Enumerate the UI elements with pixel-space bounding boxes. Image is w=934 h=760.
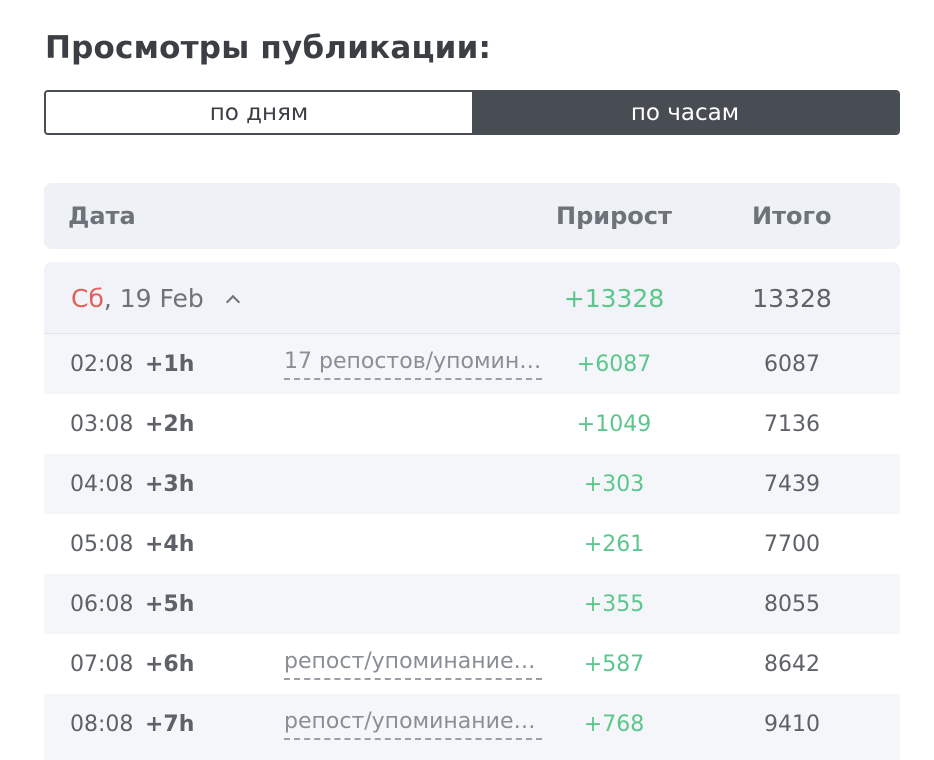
row-gain: +587 (583, 651, 645, 677)
row-time: 08:08 (70, 711, 134, 737)
toggle-by-days[interactable]: по дням (46, 92, 472, 133)
table-row: 03:08 +2h +1049 7136 (44, 394, 900, 454)
row-repost-note[interactable]: репост/упоминание канала (284, 648, 542, 680)
header-gain: Прирост (556, 202, 672, 230)
table-row: 05:08 +4h +261 7700 (44, 514, 900, 574)
row-total: 7700 (764, 531, 820, 557)
row-repost-note[interactable]: 17 репостов/упоминаний (284, 348, 542, 380)
row-total: 8055 (764, 591, 820, 617)
row-time: 06:08 (70, 591, 134, 617)
day-group: Сб , 19 Feb +13328 13328 02:08 +1h 17 ре… (44, 262, 900, 760)
row-offset: +2h (145, 411, 195, 437)
row-gain: +6087 (576, 351, 652, 377)
row-gain: +1049 (576, 411, 652, 437)
row-offset: +3h (145, 471, 195, 497)
row-total: 9410 (764, 711, 820, 737)
toggle-by-hours[interactable]: по часам (472, 92, 898, 133)
table-row: 07:08 +6h репост/упоминание канала +587 … (44, 634, 900, 694)
view-toggle: по дням по часам (44, 90, 900, 135)
table-row: 08:08 +7h репост/упоминание канала +768 … (44, 694, 900, 754)
group-weekday: Сб (71, 283, 104, 313)
row-total: 7439 (764, 471, 820, 497)
day-group-header[interactable]: Сб , 19 Feb +13328 13328 (44, 262, 900, 334)
row-offset: +4h (145, 531, 195, 557)
table-header: Дата Прирост Итого (44, 183, 900, 249)
row-offset: +1h (145, 351, 195, 377)
table-row: 06:08 +5h +355 8055 (44, 574, 900, 634)
group-total: 13328 (752, 283, 832, 313)
row-time: 02:08 (70, 351, 134, 377)
row-offset: +7h (145, 711, 195, 737)
row-gain: +768 (583, 711, 645, 737)
table-row: 04:08 +3h +303 7439 (44, 454, 900, 514)
row-time: 04:08 (70, 471, 134, 497)
header-date: Дата (68, 202, 136, 230)
group-gain: +13328 (563, 283, 665, 313)
table-row: 02:08 +1h 17 репостов/упоминаний +6087 6… (44, 334, 900, 394)
header-total: Итого (752, 202, 832, 230)
page-title: Просмотры публикации: (45, 30, 492, 66)
row-total: 8642 (764, 651, 820, 677)
row-offset: +5h (145, 591, 195, 617)
row-total: 7136 (764, 411, 820, 437)
row-gain: +355 (583, 591, 645, 617)
row-time: 07:08 (70, 651, 134, 677)
row-offset: +6h (145, 651, 195, 677)
group-date-text: , 19 Feb (103, 283, 204, 313)
group-date: Сб , 19 Feb (71, 262, 240, 334)
chevron-up-icon[interactable] (225, 294, 240, 310)
row-gain: +261 (583, 531, 645, 557)
row-time: 05:08 (70, 531, 134, 557)
row-repost-note[interactable]: репост/упоминание канала (284, 708, 542, 740)
row-gain: +303 (583, 471, 645, 497)
row-time: 03:08 (70, 411, 134, 437)
row-total: 6087 (764, 351, 820, 377)
